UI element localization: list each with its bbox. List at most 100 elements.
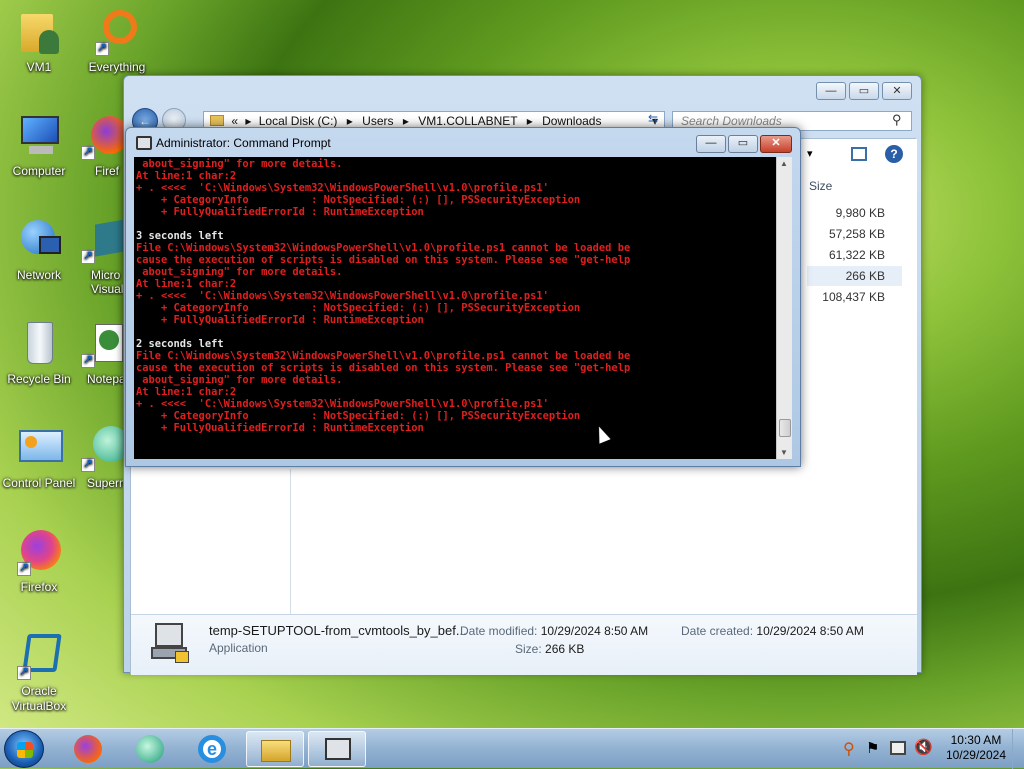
size-column-header[interactable]: Size	[809, 179, 832, 193]
everything-icon	[93, 8, 141, 56]
breadcrumb-overflow[interactable]: «	[231, 114, 238, 128]
nav-pane-divider[interactable]	[290, 469, 291, 614]
shortcut-arrow-icon	[81, 456, 95, 472]
tray-search-icon[interactable]: ⚲	[843, 739, 855, 759]
volume-muted-icon[interactable]: 🔇	[914, 738, 933, 756]
desktop-icon-recycle-bin[interactable]: Recycle Bin	[1, 320, 77, 386]
taskbar-internet-explorer[interactable]: e	[184, 731, 242, 767]
desktop-icon-everything[interactable]: Everything	[79, 8, 155, 74]
desktop-icon-notepad-partial[interactable]: Notepa	[79, 320, 125, 386]
close-button[interactable]: ✕	[882, 82, 912, 100]
action-center-flag-icon[interactable]: ⚑	[866, 739, 879, 757]
vertical-scrollbar[interactable]: ▲ ▼	[776, 157, 792, 459]
close-button[interactable]: ✕	[760, 135, 792, 153]
created-value: 10/29/2024 8:50 AM	[756, 624, 864, 638]
show-desktop-button[interactable]	[1012, 729, 1024, 769]
desktop-icon-virtualbox[interactable]: Oracle VirtualBox	[1, 632, 77, 714]
network-icon	[15, 216, 63, 264]
console-line: + FullyQualifiedErrorId : RuntimeExcepti…	[136, 422, 424, 434]
cmd-icon	[136, 136, 152, 150]
console-line: + FullyQualifiedErrorId : RuntimeExcepti…	[136, 314, 424, 326]
file-size: 9,980 KB	[835, 206, 885, 220]
firefox-icon	[79, 112, 125, 160]
breadcrumb-local-disk[interactable]: Local Disk (C:)	[259, 114, 338, 128]
desktop-icon-label: VM1	[26, 60, 52, 74]
windows-logo-icon	[17, 742, 33, 758]
scroll-down-arrow[interactable]: ▼	[780, 448, 788, 457]
minimize-button[interactable]: —	[816, 82, 846, 100]
breadcrumb-user[interactable]: VM1.COLLABNET	[418, 114, 517, 128]
taskbar-command-prompt[interactable]	[308, 731, 366, 767]
desktop-icon-label: Firef	[95, 164, 119, 178]
taskbar-supermium[interactable]	[122, 731, 180, 767]
desktop-icon-control-panel[interactable]: Control Panel	[1, 424, 77, 490]
desktop-icon-firefox-partial[interactable]: Firef	[79, 112, 125, 178]
desktop-icon-network[interactable]: Network	[1, 216, 77, 282]
desktop-icon-visual-studio-partial[interactable]: Micro Visual S	[79, 216, 125, 296]
scroll-thumb[interactable]	[779, 419, 791, 437]
console-text: about_signing" for more details. At line:…	[136, 158, 774, 434]
desktop-icon-label: Computer	[12, 164, 66, 178]
console-line: + . <<<< 'C:\Windows\System32\WindowsPow…	[136, 398, 549, 410]
scroll-up-arrow[interactable]: ▲	[780, 159, 788, 168]
shortcut-arrow-icon	[17, 560, 31, 576]
console-line: At line:1 char:2	[136, 278, 237, 290]
taskbar: e ⚲ ⚑ 🔇 10:30 AM 10/29/2024	[0, 728, 1024, 769]
maximize-button[interactable]: ▭	[728, 135, 758, 153]
shortcut-arrow-icon	[95, 40, 109, 56]
file-size: 57,258 KB	[828, 227, 885, 241]
desktop-icon-computer[interactable]: Computer	[1, 112, 77, 178]
window-title: Administrator: Command Prompt	[156, 136, 331, 150]
firefox-icon	[15, 528, 63, 576]
minimize-button[interactable]: —	[696, 135, 726, 153]
desktop-icon-firefox[interactable]: Firefox	[1, 528, 77, 594]
taskbar-firefox[interactable]	[60, 731, 118, 767]
console-line: File C:\Windows\System32\WindowsPowerShe…	[136, 350, 631, 362]
command-prompt-window[interactable]: Administrator: Command Prompt — ▭ ✕ abou…	[125, 127, 801, 467]
folder-icon	[210, 115, 224, 126]
console-line: At line:1 char:2	[136, 386, 237, 398]
size-column: ▾ ? Size 9,980 KB 57,258 KB 61,322 KB 26…	[807, 139, 917, 614]
breadcrumb-users[interactable]: Users	[362, 114, 393, 128]
system-clock[interactable]: 10:30 AM 10/29/2024	[946, 733, 1006, 763]
size-value: 266 KB	[545, 642, 585, 656]
search-icon: ⚲	[892, 112, 902, 127]
desktop-icon-label: Notepa	[87, 372, 125, 386]
clock-time: 10:30 AM	[950, 733, 1002, 747]
console-line: + CategoryInfo : NotSpecified: (:) [], P…	[136, 302, 581, 314]
file-size: 61,322 KB	[828, 248, 885, 262]
virtualbox-icon	[15, 632, 63, 680]
shortcut-arrow-icon	[81, 352, 95, 368]
taskbar-explorer[interactable]	[246, 731, 304, 767]
console-line: about_signing" for more details.	[136, 266, 343, 278]
preview-pane-icon[interactable]	[851, 147, 867, 161]
console-line: cause the execution of scripts is disabl…	[136, 254, 631, 266]
network-tray-icon[interactable]	[890, 741, 906, 755]
desktop-icon-label: Network	[16, 268, 61, 282]
desktop-icon-label: Everything	[88, 60, 146, 74]
modified-label: Date modified:	[460, 624, 538, 638]
supermium-icon	[79, 424, 125, 472]
console-line: + FullyQualifiedErrorId : RuntimeExcepti…	[136, 206, 424, 218]
shortcut-arrow-icon	[81, 248, 95, 264]
created-label: Date created:	[681, 624, 754, 638]
cmd-icon	[325, 738, 351, 760]
console-output[interactable]: about_signing" for more details. At line:…	[134, 157, 776, 459]
view-options-icon[interactable]: ▾	[807, 147, 813, 160]
desktop-icon-superm-partial[interactable]: Superm	[79, 424, 125, 490]
details-type: Application	[209, 641, 268, 655]
console-line: File C:\Windows\System32\WindowsPowerShe…	[136, 242, 631, 254]
console-line: about_signing" for more details.	[136, 158, 343, 170]
breadcrumb-downloads[interactable]: Downloads	[542, 114, 601, 128]
maximize-button[interactable]: ▭	[849, 82, 879, 100]
details-pane: temp-SETUPTOOL-from_cvmtools_by_bef... A…	[131, 614, 917, 675]
recycle-bin-icon	[15, 320, 63, 368]
desktop-icon-vm1[interactable]: VM1	[1, 8, 77, 74]
start-button[interactable]	[4, 730, 44, 768]
modified-value: 10/29/2024 8:50 AM	[540, 624, 649, 638]
internet-explorer-icon: e	[198, 735, 226, 763]
help-icon[interactable]: ?	[885, 145, 903, 163]
console-line: cause the execution of scripts is disabl…	[136, 362, 631, 374]
desktop-icon-label: Recycle Bin	[7, 372, 71, 386]
